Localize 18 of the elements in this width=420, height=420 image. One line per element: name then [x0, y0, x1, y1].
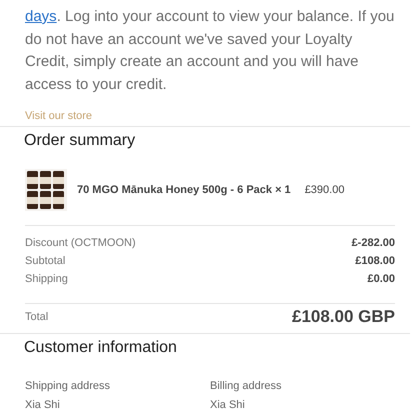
- message-text: days. Log into your account to view your balance. If you do not have an account we've saved your Loyalty Credit, simply create an account and you will have access to your credit.: [25, 7, 396, 94]
- address-name: Xia Shi: [25, 399, 61, 411]
- total-value: £108.00 GBP: [292, 307, 395, 327]
- product-price: £390.00: [304, 184, 344, 196]
- total-label: Total: [25, 311, 48, 323]
- address-heading: Shipping address: [25, 380, 112, 392]
- summary-value: £0.00: [367, 272, 395, 286]
- summary-value: £108.00: [355, 254, 395, 268]
- balance-link[interactable]: days: [25, 8, 57, 25]
- address-heading: Billing address: [210, 380, 283, 392]
- summary-label: Discount (OCTMOON): [25, 236, 136, 250]
- section-title: Order summary: [24, 131, 136, 151]
- product-name: 70 MGO Mānuka Honey 500g - 6 Pack × 1: [77, 184, 291, 196]
- summary-label: Shipping: [25, 272, 68, 286]
- summary-label: Subtotal: [25, 254, 66, 268]
- summary-value: £-282.00: [352, 236, 395, 250]
- address-name: Xia Shi: [210, 399, 246, 411]
- section-title: Customer information: [24, 338, 178, 358]
